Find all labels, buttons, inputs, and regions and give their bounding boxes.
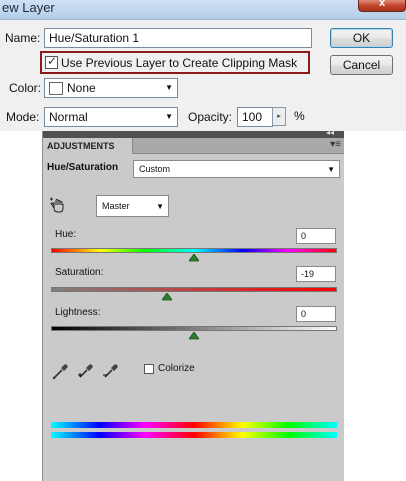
color-swatch — [49, 82, 63, 95]
mode-select[interactable]: Normal ▼ — [44, 107, 178, 127]
layer-name-value: Hue/Saturation 1 — [49, 31, 140, 45]
output-color-spectrum — [51, 432, 337, 438]
opacity-value: 100 — [242, 110, 263, 124]
new-layer-dialog: Name: Hue/Saturation 1 OK Cancel ✓ Use P… — [0, 20, 406, 131]
close-icon: x — [378, 0, 386, 9]
lightness-value: 0 — [301, 309, 307, 319]
color-select[interactable]: None ▼ — [44, 78, 178, 98]
window-title: ew Layer — [2, 0, 55, 15]
eyedropper-plus-icon[interactable] — [76, 362, 94, 380]
chevron-right-icon: ▸ — [277, 113, 281, 120]
chevron-down-icon: ▼ — [165, 83, 173, 92]
cancel-button[interactable]: Cancel — [330, 55, 393, 75]
tab-adjustments[interactable]: ADJUSTMENTS — [43, 138, 133, 154]
mode-label: Mode: — [6, 110, 40, 124]
collapse-icon[interactable]: ◂◂ — [326, 128, 334, 137]
eyedropper-icon[interactable] — [51, 362, 69, 380]
colorize-label: Colorize — [158, 363, 195, 374]
hue-slider-track[interactable] — [51, 248, 337, 253]
saturation-label: Saturation: — [55, 267, 104, 278]
close-button[interactable]: x — [358, 0, 406, 12]
channel-select[interactable]: Master ▼ — [96, 195, 169, 217]
window-titlebar: ew Layer x — [0, 0, 406, 20]
chevron-down-icon: ▼ — [156, 202, 164, 211]
targeted-adjustment-hand-icon[interactable] — [48, 196, 66, 214]
ok-label: OK — [352, 31, 371, 45]
clipping-mask-checkbox[interactable]: ✓ — [45, 54, 58, 69]
color-value: None — [67, 81, 96, 95]
opacity-spinner-button[interactable]: ▸ — [272, 107, 286, 126]
lightness-label: Lightness: — [55, 307, 101, 318]
colorize-checkbox[interactable] — [144, 364, 154, 374]
saturation-input[interactable]: -19 — [296, 266, 336, 282]
screenshot-root: ew Layer x Name: Hue/Saturation 1 OK Can… — [0, 0, 406, 481]
panel-menu-icon[interactable]: ▾≡ — [330, 139, 341, 150]
opacity-label: Opacity: — [188, 110, 233, 124]
saturation-value: -19 — [301, 269, 315, 279]
opacity-unit: % — [294, 109, 305, 123]
saturation-slider-thumb[interactable] — [161, 293, 172, 301]
preset-select[interactable]: Custom ▼ — [133, 160, 340, 178]
panel-tab-bar: ADJUSTMENTS ▾≡ — [43, 138, 344, 154]
hue-value: 0 — [301, 231, 307, 241]
saturation-slider-track[interactable] — [51, 287, 337, 292]
ok-button[interactable]: OK — [330, 28, 393, 48]
lightness-input[interactable]: 0 — [296, 306, 336, 322]
hue-slider-thumb[interactable] — [189, 254, 199, 262]
panel-top-bar: ◂◂ — [43, 128, 344, 138]
channel-value: Master — [102, 201, 130, 211]
preset-value: Custom — [139, 164, 171, 174]
hue-label: Hue: — [55, 229, 77, 240]
lightness-slider-thumb[interactable] — [189, 332, 199, 340]
eyedropper-minus-icon[interactable] — [101, 362, 119, 380]
hue-input[interactable]: 0 — [296, 228, 336, 244]
chevron-down-icon: ▼ — [327, 165, 335, 174]
opacity-input[interactable]: 100 — [237, 107, 273, 127]
name-label: Name: — [5, 31, 41, 45]
chevron-down-icon: ▼ — [165, 112, 173, 121]
lightness-slider-track[interactable] — [51, 326, 337, 331]
color-label: Color: — [9, 81, 42, 95]
mode-value: Normal — [49, 110, 88, 124]
adjustment-type-label: Hue/Saturation — [47, 162, 119, 173]
cancel-label: Cancel — [342, 58, 381, 72]
adjustments-panel: ◂◂ ADJUSTMENTS ▾≡ Hue/Saturation Custom … — [42, 128, 344, 481]
checkmark-icon: ✓ — [47, 54, 58, 68]
layer-name-input[interactable]: Hue/Saturation 1 — [44, 28, 312, 48]
input-color-spectrum — [51, 422, 337, 428]
clipping-mask-label: Use Previous Layer to Create Clipping Ma… — [61, 56, 298, 70]
